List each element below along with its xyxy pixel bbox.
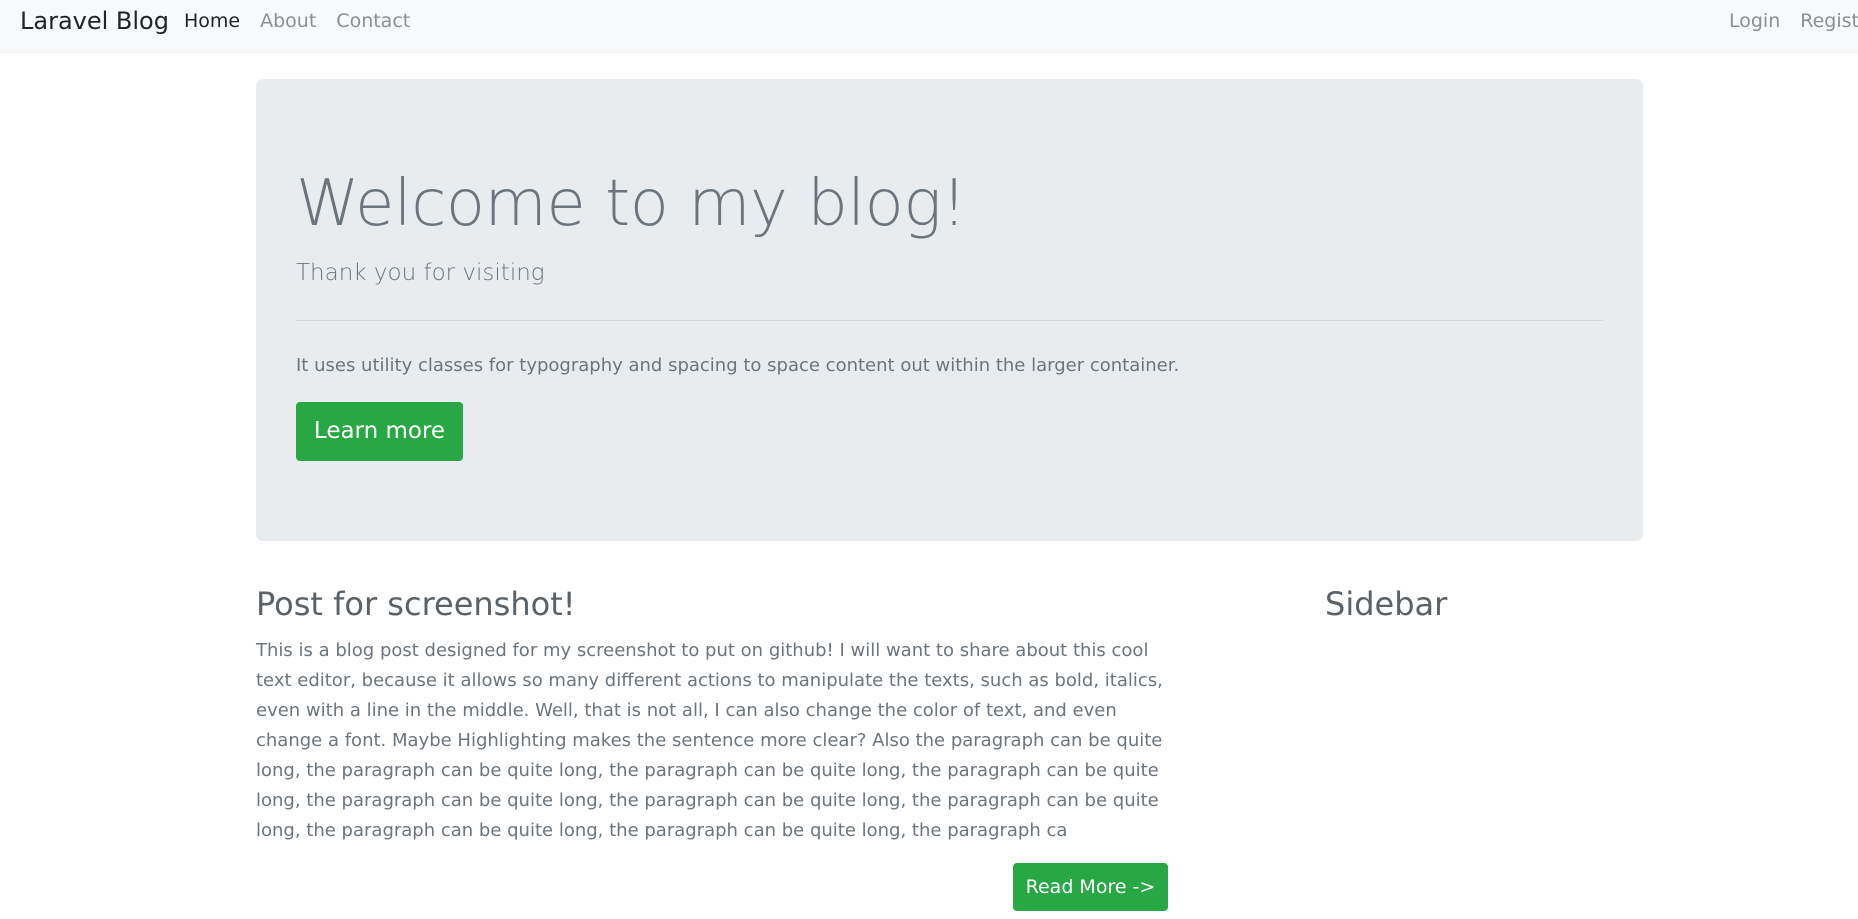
navbar-brand[interactable]: Laravel Blog	[20, 8, 169, 34]
learn-more-button[interactable]: Learn more	[296, 402, 463, 461]
nav-link-home[interactable]: Home	[184, 10, 250, 32]
jumbotron-title: Welcome to my blog!	[296, 167, 967, 241]
read-more-button[interactable]: Read More ->	[1013, 863, 1168, 911]
post-body: This is a blog post designed for my scre…	[256, 640, 1163, 841]
jumbotron-divider	[296, 320, 1603, 321]
post-title[interactable]: Post for screenshot!	[256, 584, 576, 624]
sidebar-title: Sidebar	[1325, 585, 1448, 623]
nav-link-register[interactable]: Register	[1790, 10, 1858, 32]
nav-links: Home About Contact	[184, 10, 420, 32]
navbar: Laravel Blog Home About Contact Login Re…	[0, 0, 1858, 53]
nav-link-about[interactable]: About	[250, 10, 326, 32]
jumbotron: Welcome to my blog! Thank you for visiti…	[256, 79, 1643, 541]
nav-auth-links: Login Register	[1720, 10, 1858, 32]
nav-link-login[interactable]: Login	[1720, 10, 1790, 32]
nav-link-contact[interactable]: Contact	[326, 10, 420, 32]
jumbotron-text: It uses utility classes for typography a…	[296, 355, 1180, 376]
jumbotron-lead: Thank you for visiting	[296, 260, 545, 286]
